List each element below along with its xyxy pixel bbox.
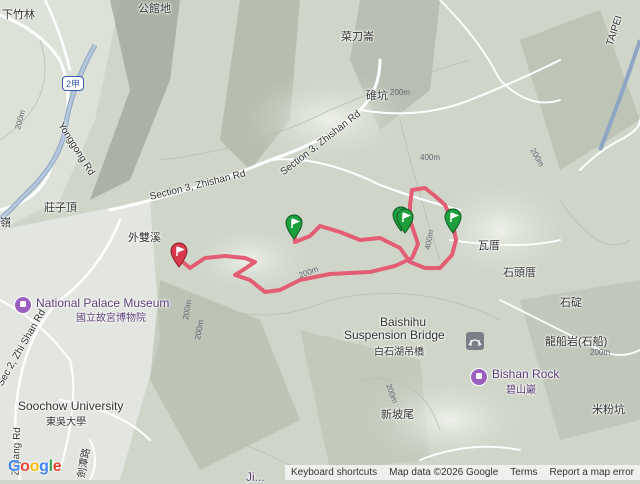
map-data-text: Map data ©2026 Google <box>389 467 499 478</box>
poi-rock-en[interactable]: Bishan Rock <box>492 367 559 381</box>
place-label: 石碇 <box>560 297 582 309</box>
poi-bottom[interactable]: Ji... <box>246 470 265 484</box>
attribution-bar: Keyboard shortcuts Map data ©2026 Google… <box>284 465 640 480</box>
contour-label: 200m <box>390 88 410 97</box>
place-label: 下竹林 <box>2 9 35 21</box>
waypoint-pin-icon[interactable] <box>285 214 303 240</box>
poi-bridge-en2[interactable]: Suspension Bridge <box>344 328 445 342</box>
place-label: 公館地 <box>138 3 171 15</box>
terms-link[interactable]: Terms <box>504 467 543 478</box>
place-label: 瓦厝 <box>478 240 500 252</box>
place-label: 米粉坑 <box>592 404 625 416</box>
place-label: 嶺 <box>0 217 11 229</box>
poi-palace-zh[interactable]: 國立故宮博物院 <box>76 309 146 324</box>
waypoint-pin-icon[interactable] <box>396 208 414 234</box>
poi-soochow-en[interactable]: Soochow University <box>18 399 123 413</box>
keyboard-shortcuts-link[interactable]: Keyboard shortcuts <box>285 467 383 478</box>
place-label: 外雙溪 <box>128 232 161 244</box>
poi-palace-en[interactable]: National Palace Museum <box>36 296 169 310</box>
poi-bridge-en[interactable]: Baishihu <box>380 315 426 329</box>
report-error-link[interactable]: Report a map error <box>544 467 640 478</box>
contour-label: 400m <box>420 153 440 162</box>
place-label: 石頭厝 <box>503 267 536 279</box>
poi-soochow-zh[interactable]: 東吳大學 <box>46 413 86 428</box>
place-label: 碓坑 <box>366 90 388 102</box>
poi-rock-zh[interactable]: 碧山巖 <box>506 381 536 396</box>
google-logo[interactable]: Google <box>8 458 62 476</box>
temple-icon[interactable] <box>470 368 488 386</box>
route-shield: 2甲 <box>62 76 85 91</box>
place-label: 菜刀崙 <box>341 31 374 43</box>
end-pin-icon[interactable] <box>170 242 188 268</box>
poi-bridge-zh[interactable]: 白石湖吊橋 <box>374 343 424 358</box>
place-label: 莊子頂 <box>44 202 77 214</box>
museum-icon[interactable] <box>14 296 32 314</box>
contour-label: 200m <box>590 348 610 357</box>
start-pin-icon[interactable] <box>444 208 462 234</box>
place-label: 龍船岩(石船) <box>545 336 608 348</box>
place-label: 新坡尾 <box>381 409 414 421</box>
bridge-icon <box>466 332 484 350</box>
